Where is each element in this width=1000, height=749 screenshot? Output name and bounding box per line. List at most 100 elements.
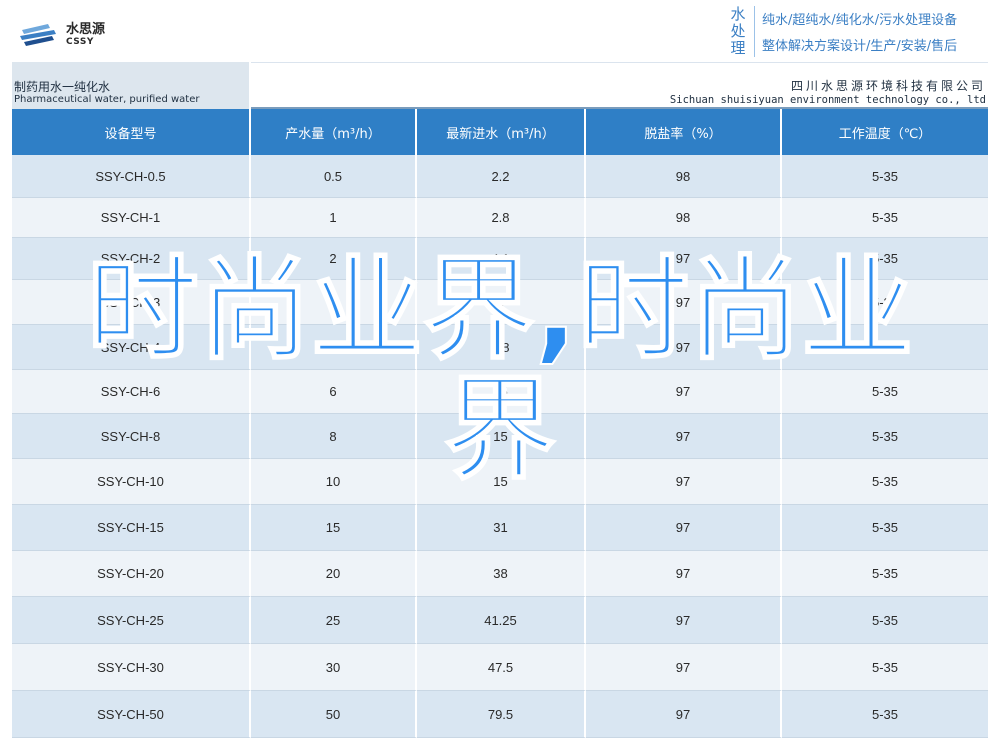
cell-output: 30 (251, 644, 417, 691)
cell-inflow: 4.1 (417, 238, 586, 280)
cell-model: SSY-CH-3 (12, 280, 251, 325)
table-row: SSY-CH-0.5 0.5 2.2 98 5-35 (12, 155, 988, 198)
cell-model: SSY-CH-1 (12, 198, 251, 238)
table-row: SSY-CH-3 3 5 97 5-35 (12, 280, 988, 325)
cell-inflow: 2.8 (417, 198, 586, 238)
cell-desalination: 97 (586, 597, 782, 644)
company-name-cn: 四川水思源环境科技有限公司 (790, 79, 986, 93)
cell-output: 6 (251, 370, 417, 414)
cell-model: SSY-CH-6 (12, 370, 251, 414)
cell-inflow: 2.2 (417, 155, 586, 198)
cell-temperature: 5-35 (782, 325, 988, 370)
cell-output: 0.5 (251, 155, 417, 198)
cell-output: 20 (251, 551, 417, 597)
brand-tagline-line2: 整体解决方案设计/生产/安装/售后 (762, 39, 958, 54)
table-row: SSY-CH-1 1 2.8 98 5-35 (12, 198, 988, 238)
product-title-cn: 制药用水一纯化水 (14, 80, 111, 94)
cell-model: SSY-CH-15 (12, 505, 251, 551)
cell-temperature: 5-35 (782, 155, 988, 198)
cell-output: 15 (251, 505, 417, 551)
header-temperature: 工作温度（℃） (782, 109, 988, 155)
cell-temperature: 5-35 (782, 551, 988, 597)
cell-desalination: 97 (586, 370, 782, 414)
cell-temperature: 5-35 (782, 198, 988, 238)
table-row: SSY-CH-25 25 41.25 97 5-35 (12, 597, 988, 644)
table-row: SSY-CH-50 50 79.5 97 5-35 (12, 691, 988, 738)
cell-output: 8 (251, 414, 417, 459)
cell-model: SSY-CH-25 (12, 597, 251, 644)
cell-desalination: 97 (586, 551, 782, 597)
header-desalination: 脱盐率（%） (586, 109, 782, 155)
cell-inflow: 15 (417, 414, 586, 459)
cell-temperature: 5-35 (782, 597, 988, 644)
cell-temperature: 5-35 (782, 691, 988, 738)
table-row: SSY-CH-8 8 15 97 5-35 (12, 414, 988, 459)
cell-temperature: 5-35 (782, 370, 988, 414)
cell-desalination: 98 (586, 198, 782, 238)
logo-en-text: CSSY (66, 37, 94, 47)
table-row: SSY-CH-20 20 38 97 5-35 (12, 551, 988, 597)
header-output: 产水量（m³/h） (251, 109, 417, 155)
cell-output: 50 (251, 691, 417, 738)
cell-model: SSY-CH-50 (12, 691, 251, 738)
cell-inflow: 38 (417, 551, 586, 597)
cell-inflow: 79.5 (417, 691, 586, 738)
cell-inflow: 31 (417, 505, 586, 551)
cell-desalination: 97 (586, 325, 782, 370)
product-title: 制药用水一纯化水 Pharmaceutical water, purified … (12, 62, 249, 109)
cell-model: SSY-CH-10 (12, 459, 251, 505)
cell-temperature: 5-35 (782, 505, 988, 551)
cell-desalination: 97 (586, 414, 782, 459)
cell-temperature: 5-35 (782, 280, 988, 325)
brand-tagline: 纯水/超纯水/纯化水/污水处理设备 整体解决方案设计/生产/安装/售后 (762, 8, 957, 60)
cell-desalination: 97 (586, 505, 782, 551)
table-header-row: 设备型号 产水量（m³/h） 最新进水（m³/h） 脱盐率（%） 工作温度（℃） (12, 109, 988, 155)
cell-temperature: 5-35 (782, 459, 988, 505)
company-logo: 水思源 CSSY (20, 22, 105, 48)
cell-model: SSY-CH-4 (12, 325, 251, 370)
cell-model: SSY-CH-20 (12, 551, 251, 597)
cell-desalination: 97 (586, 238, 782, 280)
product-title-en: Pharmaceutical water, purified water (14, 94, 200, 105)
cell-desalination: 97 (586, 459, 782, 505)
cell-output: 4 (251, 325, 417, 370)
cell-inflow: 47.5 (417, 644, 586, 691)
cell-model: SSY-CH-2 (12, 238, 251, 280)
cell-output: 3 (251, 280, 417, 325)
cell-model: SSY-CH-8 (12, 414, 251, 459)
table-row: SSY-CH-10 10 15 97 5-35 (12, 459, 988, 505)
cell-model: SSY-CH-30 (12, 644, 251, 691)
cell-model: SSY-CH-0.5 (12, 155, 251, 198)
page-header: 水思源 CSSY 水处理 纯水/超纯水/纯化水/污水处理设备 整体解决方案设计/… (0, 0, 1000, 62)
cell-output: 2 (251, 238, 417, 280)
cell-inflow: 5 (417, 280, 586, 325)
header-model: 设备型号 (12, 109, 251, 155)
header-inflow: 最新进水（m³/h） (417, 109, 586, 155)
brand-vertical-label: 水处理 (728, 6, 755, 57)
cell-desalination: 97 (586, 691, 782, 738)
table-row: SSY-CH-6 6 25 97 5-35 (12, 370, 988, 414)
company-name-en: Sichuan shuisiyuan environment technolog… (669, 94, 986, 106)
spec-table: 设备型号 产水量（m³/h） 最新进水（m³/h） 脱盐率（%） 工作温度（℃）… (12, 109, 988, 738)
cell-desalination: 98 (586, 155, 782, 198)
cell-temperature: 5-35 (782, 644, 988, 691)
cell-inflow: 25 (417, 370, 586, 414)
cell-output: 10 (251, 459, 417, 505)
brand-tagline-line1: 纯水/超纯水/纯化水/污水处理设备 (762, 13, 958, 28)
cell-inflow: 41.25 (417, 597, 586, 644)
company-name: 四川水思源环境科技有限公司 Sichuan shuisiyuan environ… (251, 62, 988, 109)
cell-desalination: 97 (586, 280, 782, 325)
logo-cn-text: 水思源 (66, 22, 106, 37)
document-title-bar: 制药用水一纯化水 Pharmaceutical water, purified … (12, 62, 988, 109)
water-drop-icon (20, 24, 56, 46)
cell-inflow: 15 (417, 459, 586, 505)
cell-output: 25 (251, 597, 417, 644)
cell-temperature: 5-35 (782, 238, 988, 280)
cell-temperature: 5-35 (782, 414, 988, 459)
cell-inflow: 7.8 (417, 325, 586, 370)
table-row: SSY-CH-2 2 4.1 97 5-35 (12, 238, 988, 280)
cell-output: 1 (251, 198, 417, 238)
table-row: SSY-CH-4 4 7.8 97 5-35 (12, 325, 988, 370)
cell-desalination: 97 (586, 644, 782, 691)
table-row: SSY-CH-30 30 47.5 97 5-35 (12, 644, 988, 691)
